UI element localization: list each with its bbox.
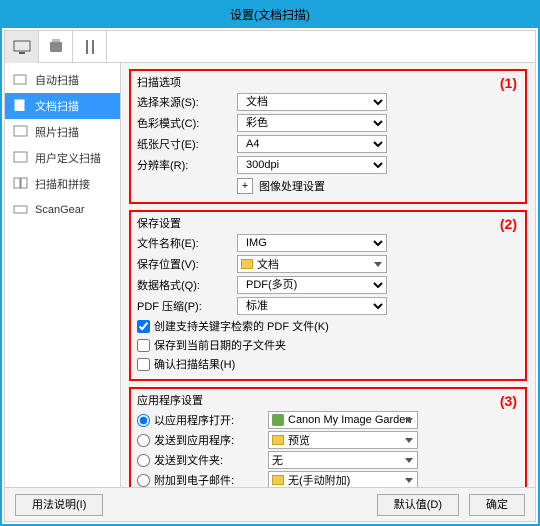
- auto-icon: [13, 73, 29, 87]
- printer-tab[interactable]: [39, 31, 73, 63]
- send-app-label: 发送到应用程序:: [154, 432, 264, 448]
- send-folder-select[interactable]: 无: [268, 451, 418, 469]
- attach-email-label: 附加到电子邮件:: [154, 472, 264, 487]
- printer-icon: [50, 42, 62, 52]
- location-label: 保存位置(V):: [137, 256, 237, 272]
- imgproc-label: 图像处理设置: [259, 178, 325, 194]
- format-select[interactable]: PDF(多页): [237, 276, 387, 294]
- save-settings-panel: (2) 保存设置 文件名称(E):IMG 保存位置(V):文档 数据格式(Q):…: [129, 210, 527, 381]
- sidebar-label: ScanGear: [35, 204, 85, 216]
- sidebar-label: 用户定义扫描: [35, 150, 101, 166]
- folder-icon: [272, 475, 284, 485]
- scan-options-title: 扫描选项: [137, 74, 519, 90]
- attach-email-radio[interactable]: [137, 474, 150, 487]
- top-toolbar: [5, 31, 535, 63]
- panel-number-1: (1): [500, 75, 517, 91]
- app-settings-title: 应用程序设置: [137, 392, 519, 408]
- paper-select[interactable]: A4: [237, 135, 387, 153]
- window-title: 设置(文档扫描): [2, 2, 538, 28]
- save-settings-title: 保存设置: [137, 215, 519, 231]
- confirm-results-checkbox[interactable]: [137, 358, 150, 371]
- send-folder-radio[interactable]: [137, 454, 150, 467]
- monitor-icon: [13, 40, 31, 54]
- compression-label: PDF 压缩(P):: [137, 298, 237, 314]
- photo-icon: [13, 125, 29, 139]
- compression-select[interactable]: 标准: [237, 297, 387, 315]
- source-select[interactable]: 文档: [237, 93, 387, 111]
- keyword-pdf-label: 创建支持关键字检索的 PDF 文件(K): [154, 318, 329, 334]
- res-label: 分辨率(R):: [137, 157, 237, 173]
- doc-icon: [13, 99, 29, 113]
- sidebar-label: 自动扫描: [35, 72, 79, 88]
- sidebar-label: 扫描和拼接: [35, 176, 90, 192]
- attach-email-select[interactable]: 无(手动附加): [268, 471, 418, 487]
- monitor-tab[interactable]: [5, 31, 39, 63]
- keyword-pdf-checkbox[interactable]: [137, 320, 150, 333]
- color-select[interactable]: 彩色: [237, 114, 387, 132]
- date-subfolder-label: 保存到当前日期的子文件夹: [154, 337, 286, 353]
- sidebar-item-doc[interactable]: 文档扫描: [5, 93, 120, 119]
- custom-icon: [13, 151, 29, 165]
- main-area: (1) 扫描选项 选择来源(S):文档 色彩模式(C):彩色 纸张尺寸(E):A…: [121, 63, 535, 487]
- open-app-label: 以应用程序打开:: [154, 412, 264, 428]
- sidebar: 自动扫描 文档扫描 照片扫描 用户定义扫描 扫描和拼接 ScanGear: [5, 63, 121, 487]
- source-label: 选择来源(S):: [137, 94, 237, 110]
- sidebar-item-auto[interactable]: 自动扫描: [5, 67, 120, 93]
- send-app-radio[interactable]: [137, 434, 150, 447]
- date-subfolder-checkbox[interactable]: [137, 339, 150, 352]
- sidebar-item-photo[interactable]: 照片扫描: [5, 119, 120, 145]
- send-app-select[interactable]: 预览: [268, 431, 418, 449]
- color-label: 色彩模式(C):: [137, 115, 237, 131]
- footer: 用法说明(I) 默认值(D) 确定: [5, 487, 535, 521]
- send-folder-label: 发送到文件夹:: [154, 452, 264, 468]
- panel-number-2: (2): [500, 216, 517, 232]
- filename-label: 文件名称(E):: [137, 235, 237, 251]
- location-select[interactable]: 文档: [237, 255, 387, 273]
- open-app-select[interactable]: Canon My Image Garden: [268, 411, 418, 429]
- app-settings-panel: (3) 应用程序设置 以应用程序打开:Canon My Image Garden…: [129, 387, 527, 487]
- sidebar-item-stitch[interactable]: 扫描和拼接: [5, 171, 120, 197]
- sidebar-label: 文档扫描: [35, 98, 79, 114]
- help-button[interactable]: 用法说明(I): [15, 494, 103, 516]
- panel-number-3: (3): [500, 393, 517, 409]
- folder-icon: [241, 259, 253, 269]
- filename-select[interactable]: IMG: [237, 234, 387, 252]
- scan-options-panel: (1) 扫描选项 选择来源(S):文档 色彩模式(C):彩色 纸张尺寸(E):A…: [129, 69, 527, 204]
- scangear-icon: [13, 203, 29, 217]
- format-label: 数据格式(Q):: [137, 277, 237, 293]
- paper-label: 纸张尺寸(E):: [137, 136, 237, 152]
- settings-tab[interactable]: [73, 31, 107, 63]
- open-app-radio[interactable]: [137, 414, 150, 427]
- defaults-button[interactable]: 默认值(D): [377, 494, 459, 516]
- folder-icon: [272, 435, 284, 445]
- sidebar-label: 照片扫描: [35, 124, 79, 140]
- res-select[interactable]: 300dpi: [237, 156, 387, 174]
- stitch-icon: [13, 177, 29, 191]
- sliders-icon: [83, 40, 97, 54]
- confirm-results-label: 确认扫描结果(H): [154, 356, 235, 372]
- sidebar-item-custom[interactable]: 用户定义扫描: [5, 145, 120, 171]
- ok-button[interactable]: 确定: [469, 494, 525, 516]
- app-icon: [272, 414, 284, 426]
- sidebar-item-scangear[interactable]: ScanGear: [5, 197, 120, 223]
- expand-imgproc-button[interactable]: +: [237, 178, 253, 194]
